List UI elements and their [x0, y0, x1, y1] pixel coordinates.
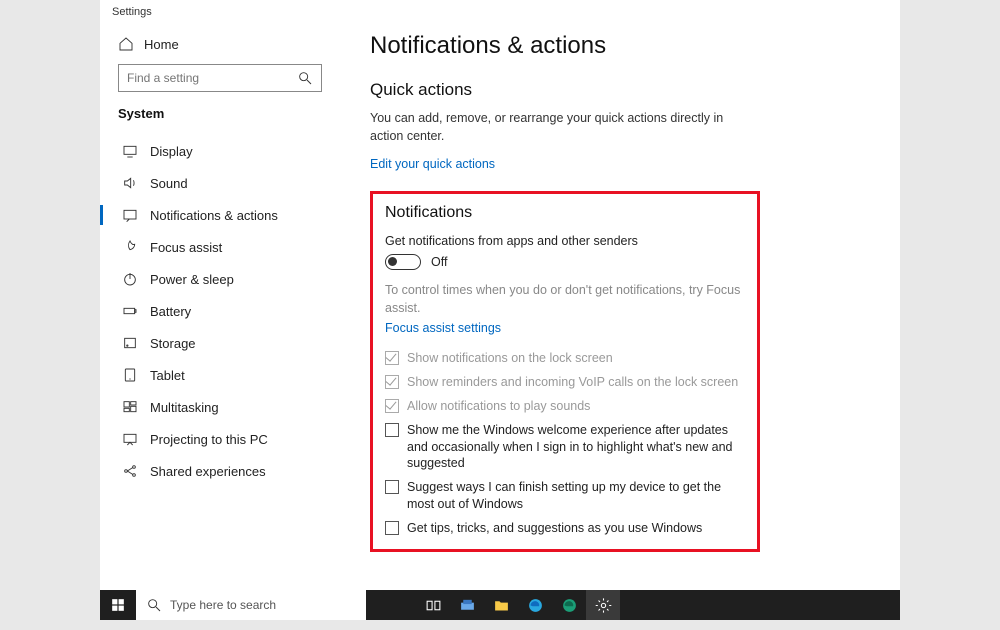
checkbox-label: Show notifications on the lock screen [407, 350, 613, 367]
start-button[interactable] [100, 590, 136, 620]
home-button[interactable]: Home [118, 28, 322, 64]
sidebar-item-notifications[interactable]: Notifications & actions [118, 199, 322, 231]
search-input[interactable] [127, 71, 297, 85]
sidebar: Home System Display Sound [100, 22, 340, 590]
checkbox-welcome-experience[interactable]: Show me the Windows welcome experience a… [385, 422, 745, 473]
home-label: Home [144, 37, 179, 52]
sound-icon [122, 175, 138, 191]
search-icon [146, 597, 162, 613]
sidebar-item-label: Storage [150, 336, 196, 351]
projecting-icon [122, 431, 138, 447]
taskbar-settings-icon[interactable] [586, 590, 620, 620]
taskbar-edge-dev-icon[interactable] [552, 590, 586, 620]
taskbar-file-explorer-icon[interactable] [484, 590, 518, 620]
sidebar-item-storage[interactable]: Storage [118, 327, 322, 359]
taskbar-search[interactable]: Type here to search [136, 590, 366, 620]
taskbar-task-view-icon[interactable] [416, 590, 450, 620]
content-area: Home System Display Sound [100, 22, 900, 590]
checkbox-label: Allow notifications to play sounds [407, 398, 590, 415]
checkbox-play-sounds: Allow notifications to play sounds [385, 398, 745, 415]
notifications-heading: Notifications [385, 204, 745, 222]
get-notifications-label: Get notifications from apps and other se… [385, 234, 745, 248]
display-icon [122, 143, 138, 159]
storage-icon [122, 335, 138, 351]
sidebar-item-label: Power & sleep [150, 272, 234, 287]
main-panel: Notifications & actions Quick actions Yo… [340, 22, 900, 590]
battery-icon [122, 303, 138, 319]
get-notifications-toggle-row: Off [385, 254, 745, 270]
toggle-state-text: Off [431, 255, 447, 269]
shared-experiences-icon [122, 463, 138, 479]
checkbox-icon [385, 375, 399, 389]
checkbox-icon [385, 351, 399, 365]
sidebar-item-label: Display [150, 144, 193, 159]
tablet-icon [122, 367, 138, 383]
sidebar-item-power-sleep[interactable]: Power & sleep [118, 263, 322, 295]
checkbox-label: Suggest ways I can finish setting up my … [407, 479, 745, 513]
taskbar-pinned-apps [416, 590, 620, 620]
sidebar-section-heading: System [118, 106, 322, 121]
sidebar-item-tablet[interactable]: Tablet [118, 359, 322, 391]
windows-logo-icon [111, 598, 125, 612]
search-box[interactable] [118, 64, 322, 92]
checkbox-reminders-voip: Show reminders and incoming VoIP calls o… [385, 374, 745, 391]
taskbar-edge-icon[interactable] [518, 590, 552, 620]
window-title: Settings [100, 0, 900, 22]
checkbox-lock-screen-notifications: Show notifications on the lock screen [385, 350, 745, 367]
sidebar-item-display[interactable]: Display [118, 135, 322, 167]
checkbox-icon[interactable] [385, 423, 399, 437]
sidebar-item-label: Shared experiences [150, 464, 266, 479]
sidebar-item-sound[interactable]: Sound [118, 167, 322, 199]
notifications-icon [122, 207, 138, 223]
settings-window: Settings Home System Display [100, 0, 900, 590]
taskbar: Type here to search [100, 590, 900, 620]
search-icon [297, 70, 313, 86]
nav-list: Display Sound Notifications & actions Fo… [118, 135, 322, 487]
sidebar-item-battery[interactable]: Battery [118, 295, 322, 327]
checkbox-icon[interactable] [385, 521, 399, 535]
edit-quick-actions-link[interactable]: Edit your quick actions [370, 157, 495, 171]
focus-assist-icon [122, 239, 138, 255]
sidebar-item-multitasking[interactable]: Multitasking [118, 391, 322, 423]
power-icon [122, 271, 138, 287]
sidebar-item-label: Focus assist [150, 240, 222, 255]
get-notifications-toggle[interactable] [385, 254, 421, 270]
sidebar-item-projecting[interactable]: Projecting to this PC [118, 423, 322, 455]
sidebar-item-label: Battery [150, 304, 191, 319]
quick-actions-heading: Quick actions [370, 80, 870, 100]
focus-assist-hint: To control times when you do or don't ge… [385, 282, 745, 317]
multitasking-icon [122, 399, 138, 415]
taskbar-search-placeholder: Type here to search [170, 598, 276, 612]
taskbar-app-icon[interactable] [450, 590, 484, 620]
page-title: Notifications & actions [370, 32, 870, 60]
checkbox-finish-setup[interactable]: Suggest ways I can finish setting up my … [385, 479, 745, 513]
checkbox-icon [385, 399, 399, 413]
sidebar-item-label: Projecting to this PC [150, 432, 268, 447]
checkbox-icon[interactable] [385, 480, 399, 494]
sidebar-item-label: Multitasking [150, 400, 219, 415]
checkbox-tips-tricks[interactable]: Get tips, tricks, and suggestions as you… [385, 520, 745, 537]
sidebar-item-label: Notifications & actions [150, 208, 278, 223]
notifications-section-highlight: Notifications Get notifications from app… [370, 191, 760, 552]
checkbox-label: Show me the Windows welcome experience a… [407, 422, 745, 473]
checkbox-label: Get tips, tricks, and suggestions as you… [407, 520, 702, 537]
home-icon [118, 36, 134, 52]
sidebar-item-focus-assist[interactable]: Focus assist [118, 231, 322, 263]
sidebar-item-shared-experiences[interactable]: Shared experiences [118, 455, 322, 487]
sidebar-item-label: Tablet [150, 368, 185, 383]
sidebar-item-label: Sound [150, 176, 188, 191]
focus-assist-settings-link[interactable]: Focus assist settings [385, 321, 501, 335]
quick-actions-desc: You can add, remove, or rearrange your q… [370, 110, 730, 145]
checkbox-label: Show reminders and incoming VoIP calls o… [407, 374, 738, 391]
